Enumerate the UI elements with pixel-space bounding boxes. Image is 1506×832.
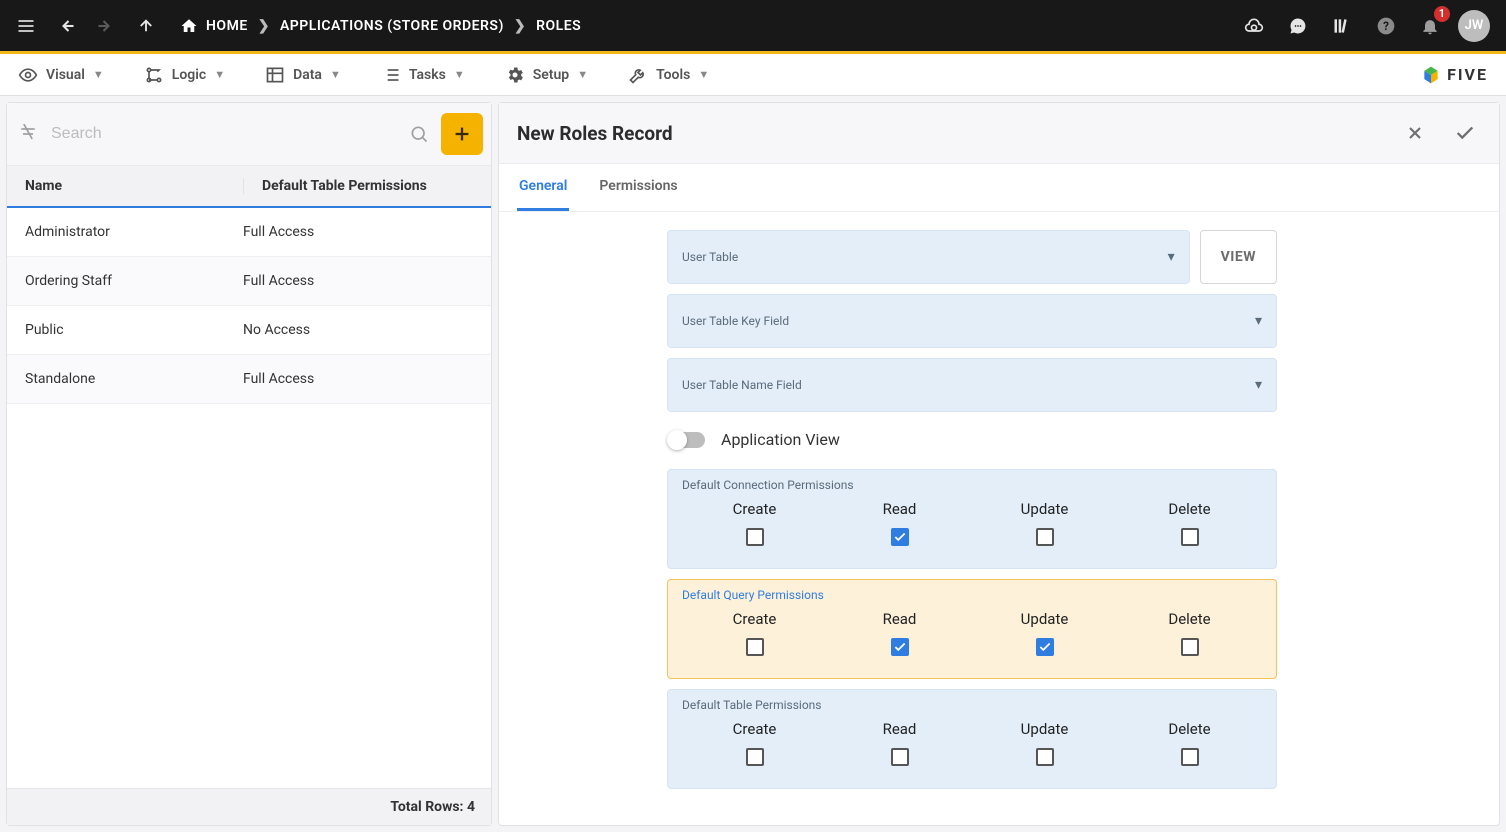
notification-badge: 1 [1434, 6, 1450, 22]
up-icon[interactable] [130, 10, 162, 42]
user-table-select[interactable]: User Table ▾ [667, 230, 1190, 284]
chat-icon[interactable] [1282, 10, 1314, 42]
checkbox[interactable] [891, 638, 909, 656]
view-button[interactable]: VIEW [1200, 230, 1277, 284]
row-name: Standalone [25, 371, 243, 387]
user-table-name-select[interactable]: User Table Name Field ▾ [667, 358, 1277, 412]
menu-tools[interactable]: Tools▼ [628, 65, 709, 85]
list-pane: Name Default Table Permissions Administr… [6, 102, 492, 826]
breadcrumb-home-label: HOME [206, 18, 248, 34]
menu-bar: Visual▼ Logic▼ Data▼ Tasks▼ Setup▼ Tools… [0, 54, 1506, 96]
checkbox[interactable] [1181, 528, 1199, 546]
library-icon[interactable] [1326, 10, 1358, 42]
back-icon[interactable] [50, 10, 82, 42]
tab-permissions[interactable]: Permissions [597, 164, 679, 211]
chevron-down-icon: ▾ [1255, 313, 1262, 329]
permission-group: Default Table PermissionsCreateReadUpdat… [667, 689, 1277, 789]
checkbox[interactable] [1036, 528, 1054, 546]
row-permission: No Access [243, 322, 473, 338]
search-input[interactable] [47, 119, 397, 149]
checkbox[interactable] [746, 748, 764, 766]
application-view-label: Application View [721, 430, 840, 449]
chevron-right-icon: ❯ [514, 18, 526, 34]
hamburger-icon[interactable] [10, 10, 42, 42]
menu-tasks[interactable]: Tasks▼ [381, 65, 465, 85]
filter-icon[interactable] [15, 124, 41, 144]
table-row[interactable]: PublicNo Access [7, 306, 491, 355]
menu-setup[interactable]: Setup▼ [505, 65, 588, 85]
top-bar: HOME ❯ APPLICATIONS (STORE ORDERS) ❯ ROL… [0, 0, 1506, 54]
brand-logo: FIVE [1421, 65, 1488, 85]
chevron-down-icon: ▾ [1255, 377, 1262, 393]
row-permission: Full Access [243, 273, 473, 289]
checkbox[interactable] [1036, 638, 1054, 656]
main-area: Name Default Table Permissions Administr… [0, 96, 1506, 832]
permission-group: Default Query PermissionsCreateReadUpdat… [667, 579, 1277, 679]
checkbox[interactable] [891, 528, 909, 546]
close-icon[interactable] [1399, 117, 1431, 149]
checkbox[interactable] [746, 638, 764, 656]
forward-icon [90, 10, 122, 42]
checkbox[interactable] [746, 528, 764, 546]
permission-group-title: Default Connection Permissions [682, 478, 1262, 492]
menu-logic[interactable]: Logic▼ [144, 65, 225, 85]
svg-text:?: ? [1383, 19, 1389, 33]
cloud-icon[interactable] [1238, 10, 1270, 42]
row-permission: Full Access [243, 371, 473, 387]
tab-general[interactable]: General [517, 164, 569, 211]
confirm-icon[interactable] [1449, 117, 1481, 149]
add-button[interactable] [441, 113, 483, 155]
notifications-icon[interactable]: 1 [1414, 10, 1446, 42]
table-row[interactable]: Ordering StaffFull Access [7, 257, 491, 306]
menu-data[interactable]: Data▼ [265, 65, 341, 85]
list-total: Total Rows: 4 [7, 788, 491, 825]
checkbox[interactable] [1181, 748, 1199, 766]
column-header-name[interactable]: Name [25, 178, 243, 194]
chevron-right-icon: ❯ [258, 18, 270, 34]
permission-group-title: Default Query Permissions [682, 588, 1262, 602]
column-header-permissions[interactable]: Default Table Permissions [243, 178, 473, 194]
list-body: AdministratorFull AccessOrdering StaffFu… [7, 208, 491, 788]
permission-group: Default Connection PermissionsCreateRead… [667, 469, 1277, 569]
permission-group-title: Default Table Permissions [682, 698, 1262, 712]
detail-pane: New Roles Record General Permissions Use… [498, 102, 1500, 826]
table-row[interactable]: StandaloneFull Access [7, 355, 491, 404]
user-table-key-select[interactable]: User Table Key Field ▾ [667, 294, 1277, 348]
row-name: Ordering Staff [25, 273, 243, 289]
search-icon[interactable] [403, 124, 435, 144]
table-row[interactable]: AdministratorFull Access [7, 208, 491, 257]
page-title: New Roles Record [517, 122, 1399, 145]
checkbox[interactable] [1036, 748, 1054, 766]
checkbox[interactable] [891, 748, 909, 766]
avatar[interactable]: JW [1458, 10, 1490, 42]
row-permission: Full Access [243, 224, 473, 240]
application-view-toggle[interactable] [669, 432, 705, 448]
menu-visual[interactable]: Visual▼ [18, 65, 104, 85]
checkbox[interactable] [1181, 638, 1199, 656]
breadcrumb-home[interactable]: HOME [180, 17, 248, 35]
row-name: Administrator [25, 224, 243, 240]
row-name: Public [25, 322, 243, 338]
help-icon[interactable]: ? [1370, 10, 1402, 42]
breadcrumb-page[interactable]: ROLES [536, 18, 581, 34]
breadcrumb-section[interactable]: APPLICATIONS (STORE ORDERS) [280, 18, 504, 34]
chevron-down-icon: ▾ [1168, 249, 1175, 265]
detail-body: User Table ▾ VIEW User Table Key Field ▾… [499, 212, 1499, 825]
